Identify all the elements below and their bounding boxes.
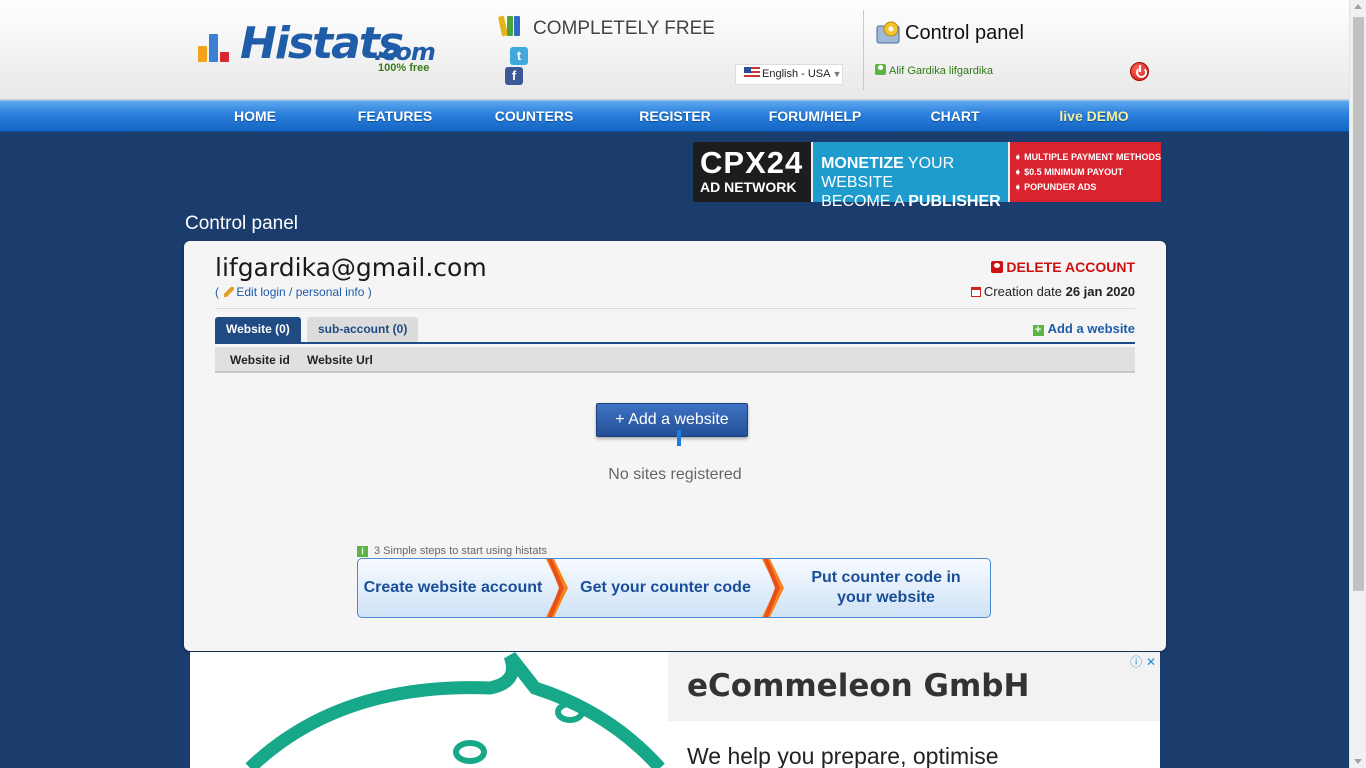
add-website-link[interactable]: + Add a website — [1032, 321, 1135, 336]
page-scrollbar[interactable] — [1349, 0, 1366, 768]
scroll-down-icon[interactable] — [1354, 759, 1362, 764]
logo-tagline: 100% free — [378, 62, 430, 74]
free-banner-text: COMPLETELY FREE — [533, 18, 715, 39]
main-nav: HOME FEATURES COUNTERS REGISTER FORUM/HE… — [0, 100, 1349, 132]
delete-account-label: DELETE ACCOUNT — [1006, 259, 1135, 275]
edit-paren-open: ( — [215, 285, 219, 299]
logo-bars-icon — [198, 30, 234, 62]
nav-register[interactable]: REGISTER — [625, 101, 725, 132]
language-label: English - USA — [762, 68, 831, 80]
ad-bullet: ➧ MULTIPLE PAYMENT METHODS — [1014, 152, 1161, 162]
steps-title: i 3 Simple steps to start using histats — [357, 545, 547, 557]
ad-bullet: ➧ $0.5 MINIMUM PAYOUT — [1014, 167, 1124, 177]
language-select[interactable]: English - USA ▼ — [735, 64, 843, 85]
page-title: Control panel — [185, 213, 299, 234]
control-panel-icon — [876, 21, 900, 44]
step-get-counter-code[interactable]: Get your counter code — [568, 559, 763, 617]
ad-company-name: eCommeleon GmbH — [687, 668, 1030, 704]
creation-label: Creation date — [983, 284, 1062, 299]
us-flag-icon — [744, 67, 760, 78]
delete-account-button[interactable]: DELETE ACCOUNT — [991, 259, 1135, 275]
step-create-website[interactable]: Create website account — [358, 559, 548, 617]
ad-line1-bold: MONETIZE — [821, 155, 904, 172]
header-divider — [863, 10, 864, 90]
nav-chart[interactable]: CHART — [905, 101, 1005, 132]
histats-logo[interactable]: Histats .com 100% free — [196, 18, 436, 82]
nav-live-demo[interactable]: live DEMO — [1044, 101, 1144, 132]
plus-icon: + — [1032, 325, 1044, 336]
nav-home[interactable]: HOME — [205, 101, 305, 132]
step-put-counter-code[interactable]: Put counter code in your website — [786, 559, 986, 617]
ad-brand: CPX24 — [700, 145, 804, 180]
tab-underline — [215, 342, 1135, 344]
account-email: lifgardika@gmail.com — [215, 253, 487, 282]
ad-line2-bold: PUBLISHER — [908, 193, 1001, 210]
divider — [215, 308, 1135, 309]
delete-user-icon — [991, 261, 1004, 273]
user-name: Alif Gardika lifgardika — [889, 65, 993, 77]
nav-forum-help[interactable]: FORUM/HELP — [755, 101, 875, 132]
edit-login-link[interactable]: ( Edit login / personal info ) — [215, 285, 372, 299]
nav-counters[interactable]: COUNTERS — [484, 101, 584, 132]
edit-login-label: Edit login / personal info — [236, 285, 365, 299]
edit-paren-close: ) — [367, 285, 372, 299]
chevron-down-icon: ▼ — [832, 69, 842, 79]
creation-date: Creation date 26 jan 2020 — [970, 284, 1135, 299]
add-website-button-label: + Add a website — [615, 411, 729, 428]
calendar-icon — [970, 287, 981, 297]
nav-features[interactable]: FEATURES — [345, 101, 445, 132]
steps-title-text: 3 Simple steps to start using histats — [374, 545, 548, 557]
current-user[interactable]: Alif Gardika lifgardika — [875, 64, 993, 77]
ad-choices-close-icon[interactable]: ⓘ ✕ — [1130, 653, 1156, 670]
pencil-icon — [224, 287, 235, 297]
facebook-icon[interactable]: f — [505, 67, 523, 85]
ad-headline: MONETIZE YOUR WEBSITE BECOME A PUBLISHER — [811, 142, 1009, 210]
logout-power-icon[interactable] — [1130, 62, 1149, 81]
cpx24-ad-banner[interactable]: CPX24 AD NETWORK MONETIZE YOUR WEBSITE B… — [693, 142, 1161, 210]
text-cursor-icon — [677, 430, 681, 446]
chameleon-illustration-icon — [190, 652, 668, 768]
books-icon — [497, 12, 522, 37]
user-icon — [875, 64, 886, 75]
twitter-icon[interactable]: t — [510, 47, 528, 65]
step-arrow-icon — [762, 559, 784, 617]
ad-bullets: ➧ MULTIPLE PAYMENT METHODS ➧ $0.5 MINIMU… — [1008, 142, 1161, 202]
scrollbar-thumb[interactable] — [1353, 17, 1364, 591]
ad-line2-rest: BECOME A — [821, 193, 909, 210]
scroll-up-icon[interactable] — [1354, 4, 1362, 9]
account-panel: lifgardika@gmail.com ( Edit login / pers… — [184, 241, 1166, 651]
ad-brand-block: CPX24 AD NETWORK — [693, 142, 812, 202]
creation-date-value: 26 jan 2020 — [1065, 284, 1135, 299]
step-arrow-icon — [546, 559, 568, 617]
column-website-id[interactable]: Website id — [230, 353, 290, 367]
column-website-url[interactable]: Website Url — [307, 353, 373, 367]
websites-table-header: Website id Website Url — [215, 347, 1135, 373]
add-website-button[interactable]: + Add a website — [596, 403, 748, 446]
ad-bullet: ➧ POPUNDER ADS — [1014, 182, 1097, 192]
ad-tagline: We help you prepare, optimise — [687, 743, 999, 768]
site-header: Histats .com 100% free COMPLETELY FREE t… — [0, 0, 1349, 100]
add-website-link-label: Add a website — [1047, 321, 1135, 336]
tab-sub-account[interactable]: sub-account (0) — [307, 317, 419, 342]
ad-brand-sub: AD NETWORK — [700, 179, 797, 195]
info-icon: i — [357, 546, 368, 557]
empty-state-text: No sites registered — [608, 466, 742, 483]
control-panel-title: Control panel — [905, 22, 1024, 44]
tab-website[interactable]: Website (0) — [215, 317, 301, 342]
ecommeleon-ad[interactable]: eCommeleon GmbH We help you prepare, opt… — [190, 652, 1160, 768]
getting-started-steps: Create website account Get your counter … — [357, 558, 991, 618]
